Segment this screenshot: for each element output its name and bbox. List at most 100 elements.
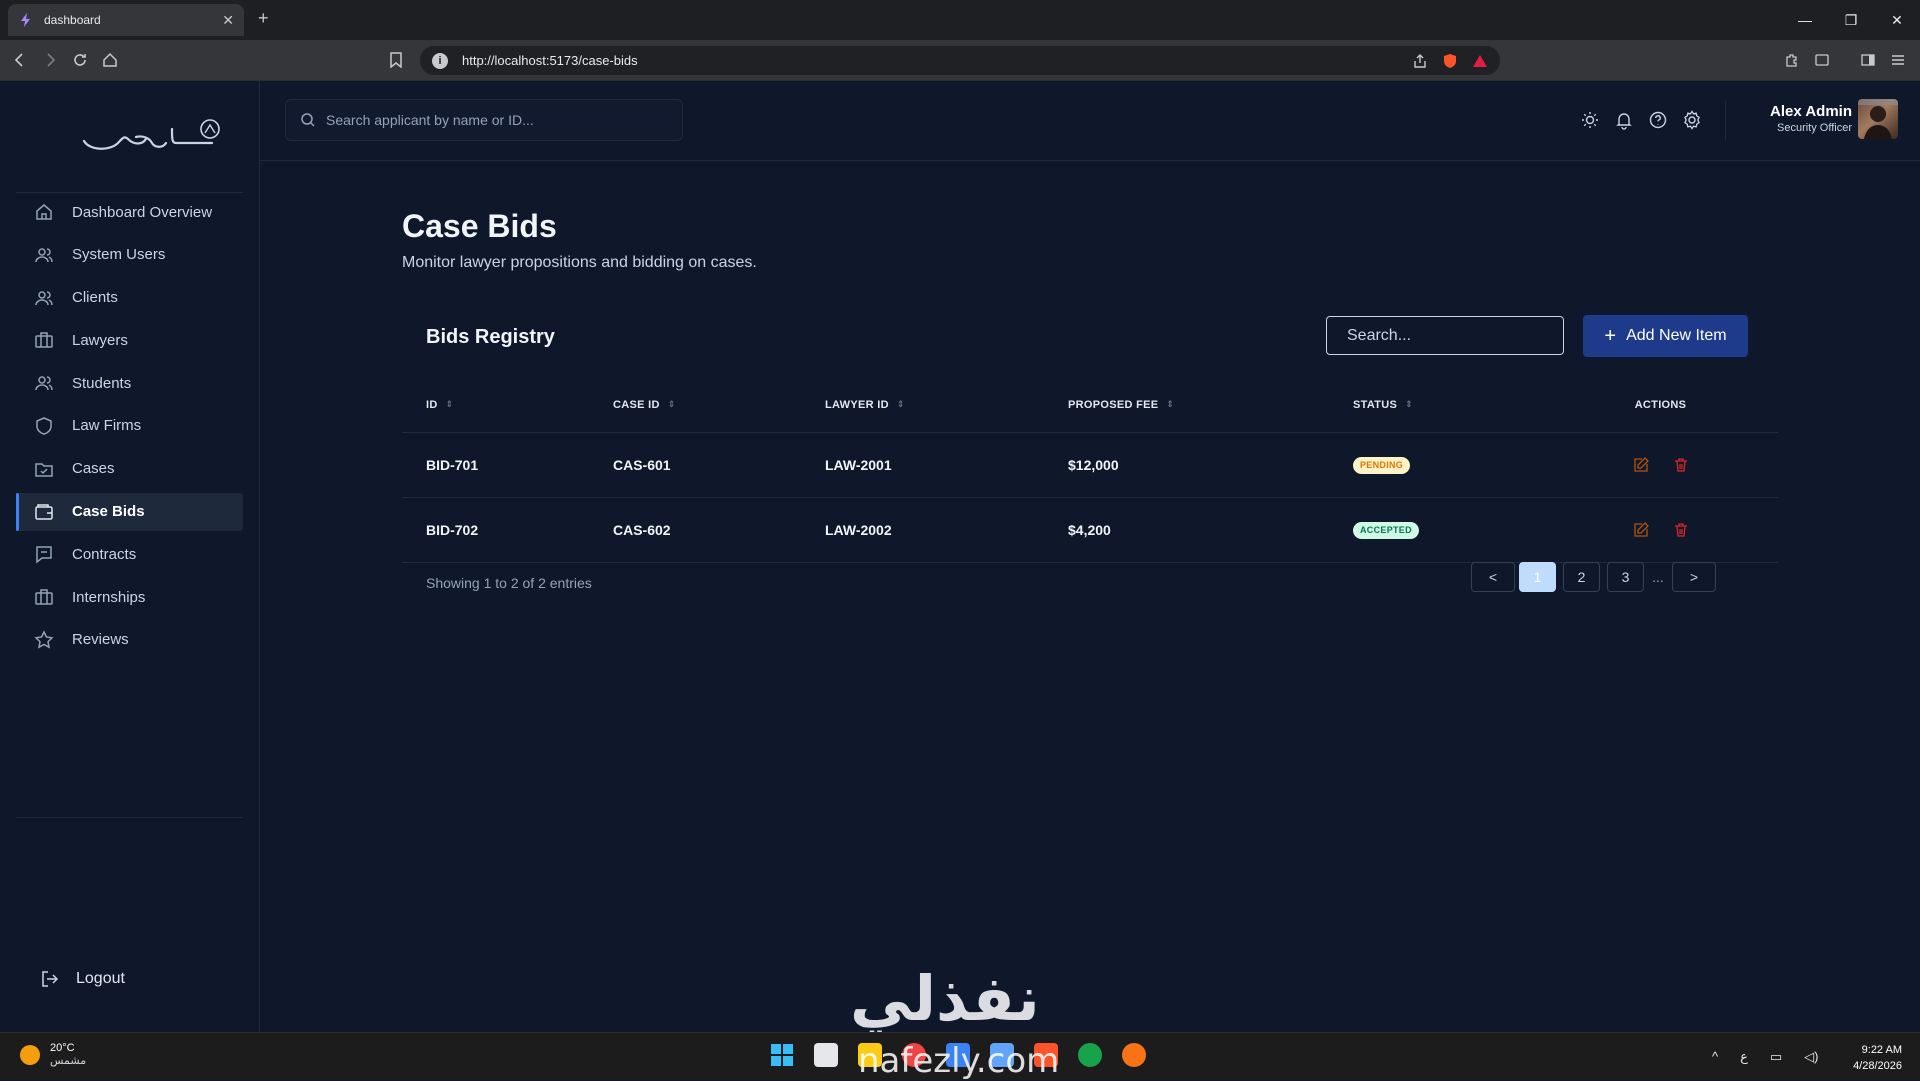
weather-desc: مشمس — [50, 1055, 87, 1067]
restore-icon[interactable]: ❐ — [1828, 0, 1874, 40]
sidebar-item-law-firms[interactable]: Law Firms — [16, 407, 243, 445]
url-text[interactable]: http://localhost:5173/case-bids — [462, 53, 1412, 68]
sidebar-item-dashboard-overview[interactable]: Dashboard Overview — [16, 193, 243, 231]
sidebar-item-lawyers[interactable]: Lawyers — [16, 321, 243, 359]
column-header-status[interactable]: STATUS ⇕ — [1353, 378, 1543, 433]
taskbar-clock[interactable]: 9:22 AM 4/28/2026 — [1842, 1042, 1902, 1074]
column-header-proposed-fee[interactable]: PROPOSED FEE ⇕ — [1068, 378, 1353, 433]
sort-icon[interactable]: ⇕ — [1405, 399, 1413, 410]
page-subtitle: Monitor lawyer propositions and bidding … — [402, 254, 757, 271]
share-icon[interactable] — [1412, 53, 1428, 69]
brave-rewards-icon[interactable] — [1472, 53, 1488, 69]
wallet-browser-icon[interactable] — [1812, 50, 1832, 70]
sidebar-item-clients[interactable]: Clients — [16, 279, 243, 317]
close-window-icon[interactable]: ✕ — [1874, 0, 1920, 40]
task-view-icon[interactable] — [814, 1043, 838, 1067]
registry-search[interactable] — [1326, 316, 1564, 355]
home-browser-icon[interactable] — [100, 50, 120, 70]
add-new-item-button[interactable]: + Add New Item — [1583, 315, 1748, 357]
sidebar-item-label: Reviews — [72, 631, 129, 649]
table-header-row: ID ⇕ CASE ID ⇕ LAWYER ID ⇕ PROPOSED FEE ⇕ ST… — [402, 378, 1778, 433]
prev-page-button[interactable]: < — [1471, 562, 1515, 592]
sort-icon[interactable]: ⇕ — [1166, 399, 1174, 410]
table-row[interactable]: BID-701 CAS-601 LAW-2001 $12,000 PENDING — [402, 432, 1778, 498]
column-header-case-id[interactable]: CASE ID ⇕ — [613, 378, 825, 433]
sidebar-item-contracts[interactable]: Contracts — [16, 535, 243, 573]
site-info-icon[interactable]: i — [432, 52, 448, 69]
logout-button[interactable]: Logout — [40, 969, 125, 989]
sidebar-item-label: Lawyers — [72, 331, 128, 349]
user-name: Alex Admin — [1770, 103, 1852, 120]
weather-widget[interactable]: 20°C مشمس — [20, 1042, 86, 1067]
extensions-icon[interactable] — [1782, 50, 1802, 70]
forward-icon[interactable] — [40, 50, 60, 70]
menu-icon[interactable] — [1888, 50, 1908, 70]
reload-icon[interactable] — [70, 50, 90, 70]
mongodb-icon[interactable] — [1078, 1043, 1102, 1067]
network-icon[interactable]: ▭ — [1770, 1049, 1782, 1065]
windows-start-icon[interactable] — [770, 1043, 794, 1067]
next-page-button[interactable]: > — [1672, 562, 1716, 592]
browser-tab[interactable]: dashboard ✕ — [8, 4, 244, 36]
sort-icon[interactable]: ⇕ — [668, 399, 676, 410]
sort-icon[interactable]: ⇕ — [897, 399, 905, 410]
watermark-latin: nafezly.com — [858, 1041, 1060, 1081]
column-header-id[interactable]: ID ⇕ — [402, 378, 613, 433]
page-button-1[interactable]: 1 — [1519, 562, 1556, 592]
window-controls: — ❐ ✕ — [1782, 0, 1920, 40]
close-icon[interactable]: ✕ — [222, 12, 234, 29]
column-header-actions: ACTIONS — [1543, 378, 1778, 433]
page-button-3[interactable]: 3 — [1607, 562, 1644, 592]
edit-icon[interactable] — [1633, 456, 1649, 473]
user-info[interactable]: Alex Admin Security Officer — [1750, 103, 1852, 134]
registry-search-input[interactable] — [1347, 326, 1554, 345]
volume-icon[interactable]: ◁) — [1804, 1049, 1818, 1065]
applicant-search[interactable] — [285, 99, 683, 141]
trash-icon[interactable] — [1673, 457, 1689, 473]
brand-logo — [82, 119, 220, 150]
briefcase-icon — [35, 332, 53, 349]
column-header-lawyer-id[interactable]: LAWYER ID ⇕ — [825, 378, 1068, 433]
registry-title: Bids Registry — [426, 326, 555, 348]
clock-date: 4/28/2026 — [1853, 1060, 1902, 1072]
address-bar[interactable]: i http://localhost:5173/case-bids — [420, 46, 1500, 75]
bookmark-icon[interactable] — [386, 50, 406, 70]
sidebar-item-students[interactable]: Students — [16, 364, 243, 402]
brave-shield-icon[interactable] — [1442, 53, 1458, 69]
sidebar-toggle-icon[interactable] — [1858, 50, 1878, 70]
table-row[interactable]: BID-702 CAS-602 LAW-2002 $4,200 ACCEPTED — [402, 497, 1778, 563]
sidebar-item-case-bids[interactable]: Case Bids — [16, 492, 243, 531]
language-indicator[interactable]: ع — [1740, 1049, 1748, 1065]
users-icon — [35, 248, 53, 262]
applicant-search-input[interactable] — [326, 112, 668, 128]
cell-lawyer-id: LAW-2001 — [825, 432, 1068, 498]
trash-icon[interactable] — [1673, 522, 1689, 538]
edit-icon[interactable] — [1633, 521, 1649, 538]
gear-icon[interactable] — [1682, 110, 1702, 130]
sidebar-item-cases[interactable]: Cases — [16, 450, 243, 488]
sidebar-item-system-users[interactable]: System Users — [16, 236, 243, 274]
wallet-icon — [35, 503, 53, 520]
logout-icon — [42, 971, 59, 987]
cell-proposed-fee: $4,200 — [1068, 497, 1353, 563]
avatar[interactable] — [1858, 99, 1898, 139]
back-icon[interactable] — [10, 50, 30, 70]
sidebar-item-label: Clients — [72, 289, 118, 307]
page-button-2[interactable]: 2 — [1563, 562, 1600, 592]
bell-icon[interactable] — [1614, 110, 1634, 130]
cell-case-id: CAS-602 — [613, 497, 825, 563]
new-tab-icon[interactable]: + — [258, 8, 269, 29]
postman-icon[interactable] — [1122, 1043, 1146, 1067]
cell-actions — [1543, 497, 1778, 563]
help-icon[interactable] — [1648, 110, 1668, 130]
sidebar-item-internships[interactable]: Internships — [16, 578, 243, 616]
chevron-up-icon[interactable]: ^ — [1712, 1049, 1718, 1065]
entries-summary: Showing 1 to 2 of 2 entries — [426, 575, 592, 591]
cell-proposed-fee: $12,000 — [1068, 432, 1353, 498]
minimize-icon[interactable]: — — [1782, 0, 1828, 40]
sidebar-item-reviews[interactable]: Reviews — [16, 621, 243, 659]
sort-icon[interactable]: ⇕ — [446, 399, 454, 410]
status-badge: PENDING — [1353, 457, 1411, 474]
theme-toggle-icon[interactable] — [1580, 110, 1600, 130]
folder-icon — [35, 463, 53, 477]
